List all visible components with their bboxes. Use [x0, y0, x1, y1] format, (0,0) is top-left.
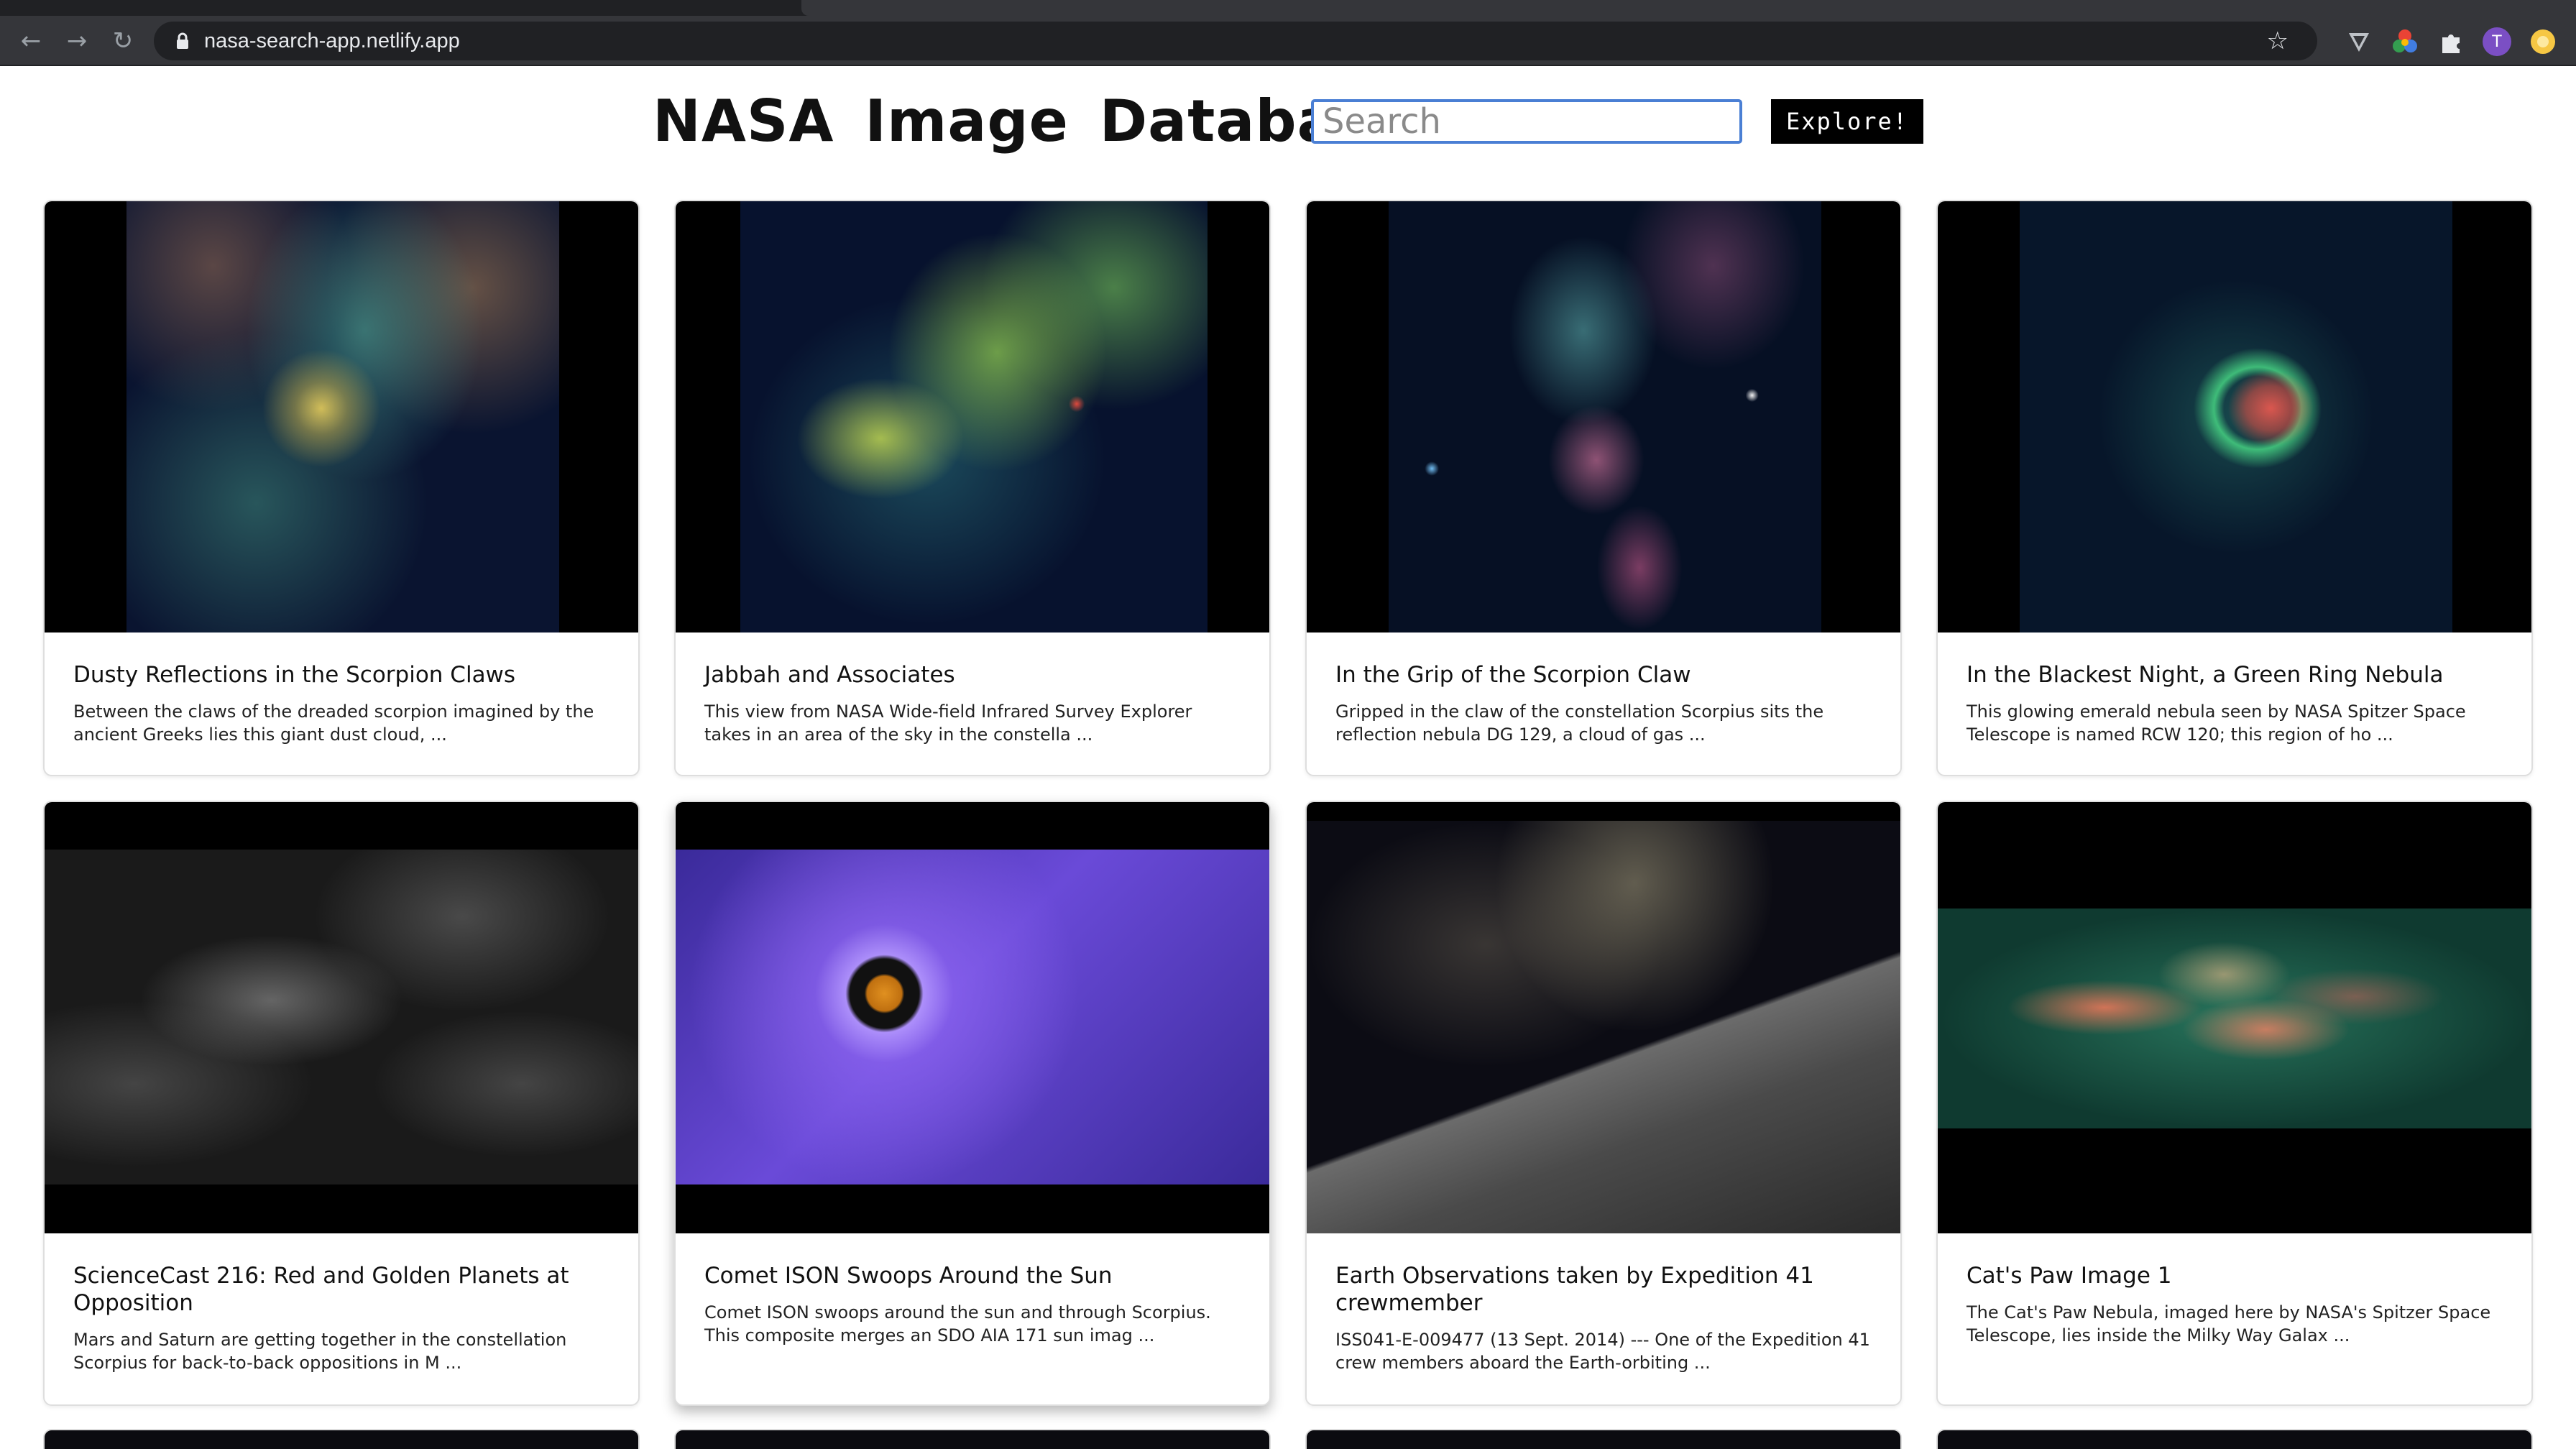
card-title[interactable]: Earth Observations taken by Expedition 4…: [1335, 1262, 1872, 1317]
card-image[interactable]: [1938, 802, 2531, 1233]
card-title[interactable]: In the Grip of the Scorpion Claw: [1335, 661, 1872, 689]
card-description: Gripped in the claw of the constellation…: [1335, 702, 1824, 745]
card-description: This view from NASA Wide-field Infrared …: [704, 702, 1192, 745]
card-description: The Cat's Paw Nebula, imaged here by NAS…: [1966, 1302, 2491, 1346]
result-card[interactable]: ScienceCast 216: Red and Golden Planets …: [43, 801, 640, 1406]
puzzle-extension-icon[interactable]: [2437, 27, 2465, 56]
lock-icon: [177, 32, 188, 49]
card-image[interactable]: [45, 802, 638, 1233]
result-card-partial[interactable]: [1936, 1429, 2533, 1449]
result-card[interactable]: In the Grip of the Scorpion Claw Gripped…: [1305, 200, 1902, 776]
extension-icon[interactable]: [2529, 27, 2557, 56]
card-title[interactable]: Comet ISON Swoops Around the Sun: [704, 1262, 1241, 1289]
vpn-extension-icon[interactable]: [2345, 27, 2373, 56]
card-title[interactable]: In the Blackest Night, a Green Ring Nebu…: [1966, 661, 2503, 689]
color-extension-icon[interactable]: [2391, 27, 2419, 56]
card-description: Mars and Saturn are getting together in …: [73, 1330, 567, 1373]
card-image[interactable]: [1307, 201, 1900, 632]
card-description: Between the claws of the dreaded scorpio…: [73, 702, 594, 745]
result-card[interactable]: Dusty Reflections in the Scorpion Claws …: [43, 200, 640, 776]
browser-tab-area: [801, 0, 2576, 16]
result-card-partial[interactable]: [1305, 1429, 1902, 1449]
reload-icon[interactable]: ↻: [105, 23, 141, 59]
browser-toolbar: ← → ↻ nasa-search-app.netlify.app ☆ T: [0, 16, 2576, 66]
result-card[interactable]: Comet ISON Swoops Around the Sun Comet I…: [674, 801, 1271, 1406]
result-card-partial[interactable]: [43, 1429, 640, 1449]
card-image[interactable]: [676, 201, 1269, 632]
card-title[interactable]: ScienceCast 216: Red and Golden Planets …: [73, 1262, 610, 1317]
result-card[interactable]: In the Blackest Night, a Green Ring Nebu…: [1936, 200, 2533, 776]
result-card[interactable]: Cat's Paw Image 1 The Cat's Paw Nebula, …: [1936, 801, 2533, 1406]
search-input[interactable]: [1311, 99, 1742, 144]
page-title: NASA Image Database: [653, 88, 1412, 155]
card-image[interactable]: [1938, 201, 2531, 632]
card-description: ISS041-E-009477 (13 Sept. 2014) --- One …: [1335, 1330, 1870, 1373]
back-icon[interactable]: ←: [13, 23, 49, 59]
forward-icon[interactable]: →: [59, 23, 95, 59]
explore-button[interactable]: Explore!: [1771, 99, 1923, 144]
app-header: NASA Image Database Explore!: [0, 68, 2576, 197]
browser-tab-strip: [0, 0, 2576, 16]
result-card[interactable]: Earth Observations taken by Expedition 4…: [1305, 801, 1902, 1406]
card-description: This glowing emerald nebula seen by NASA…: [1966, 702, 2466, 745]
address-bar[interactable]: nasa-search-app.netlify.app ☆: [154, 22, 2317, 60]
card-title[interactable]: Jabbah and Associates: [704, 661, 1241, 689]
card-title[interactable]: Dusty Reflections in the Scorpion Claws: [73, 661, 610, 689]
card-image[interactable]: [45, 201, 638, 632]
card-image[interactable]: [676, 802, 1269, 1233]
result-card-partial[interactable]: [674, 1429, 1271, 1449]
card-description: Comet ISON swoops around the sun and thr…: [704, 1302, 1211, 1346]
star-icon[interactable]: ☆: [2267, 22, 2288, 60]
avatar[interactable]: T: [2483, 27, 2511, 56]
card-title[interactable]: Cat's Paw Image 1: [1966, 1262, 2503, 1289]
result-card[interactable]: Jabbah and Associates This view from NAS…: [674, 200, 1271, 776]
card-image[interactable]: [1307, 802, 1900, 1233]
url-text: nasa-search-app.netlify.app: [204, 29, 460, 52]
